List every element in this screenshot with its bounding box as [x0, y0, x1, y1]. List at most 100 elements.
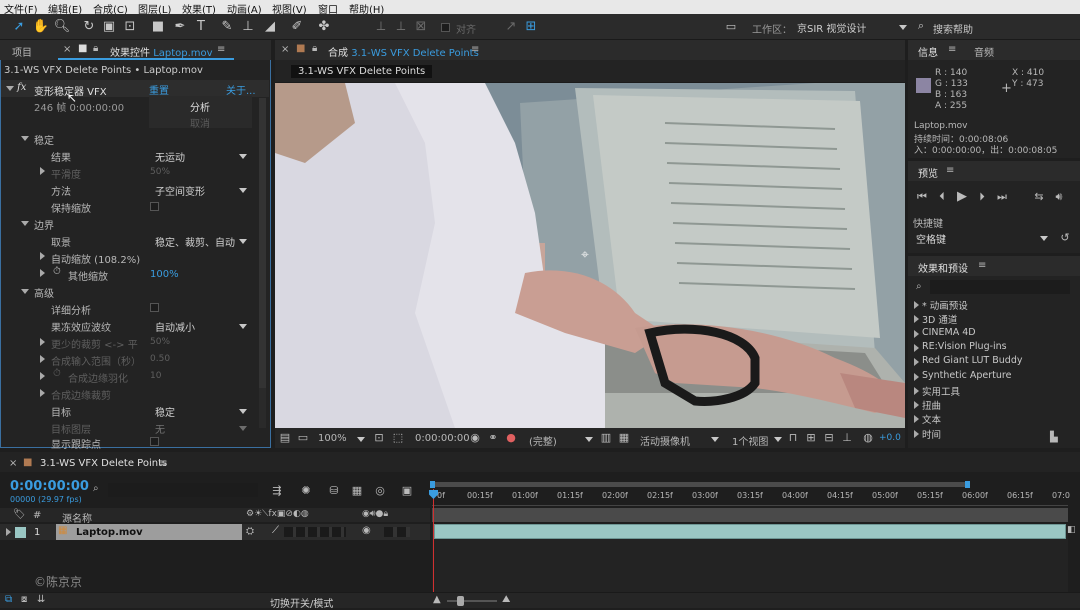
eraser-tool-icon[interactable]: ◢ — [261, 17, 279, 35]
synth-crop-expand-icon[interactable] — [40, 389, 45, 397]
method-dropdown[interactable]: 子空间变形 — [155, 183, 249, 198]
effects-list-item[interactable]: 文本 — [912, 412, 1072, 426]
layer-switch-boxes[interactable] — [284, 527, 346, 537]
additional-scale-value[interactable]: 100% — [150, 269, 179, 280]
advanced-expand-icon[interactable] — [21, 289, 29, 294]
roto-brush-tool-icon[interactable]: ✐ — [288, 17, 306, 35]
effects-search-icon[interactable]: ⌕ — [916, 281, 922, 292]
show-track-checkbox[interactable] — [150, 437, 159, 446]
crop-less-expand-icon[interactable] — [40, 338, 45, 346]
effects-list-item[interactable]: Synthetic Aperture — [912, 370, 1072, 384]
reset-shortcut-icon[interactable]: ↺ — [1058, 231, 1072, 245]
fx-badge-icon[interactable]: fx — [17, 82, 26, 93]
pen-tool-icon[interactable]: ✒ — [171, 17, 189, 35]
preview-menu-icon[interactable]: ≡ — [946, 165, 954, 176]
work-area-bar[interactable] — [432, 482, 968, 487]
layer-av-boxes[interactable] — [384, 527, 410, 537]
viewer-timecode[interactable]: 0:00:00:00 — [415, 433, 470, 444]
region-of-interest-monitor-icon[interactable]: ▭ — [296, 431, 310, 445]
snap-option-icon[interactable]: ↗ — [502, 17, 520, 35]
borders-expand-icon[interactable] — [21, 221, 29, 226]
effects-list-item[interactable]: * 动画预设 — [912, 298, 1072, 312]
puppet-tool-icon[interactable]: ✤ — [315, 17, 333, 35]
motion-blur-icon[interactable]: ◎ — [373, 484, 387, 498]
current-time-indicator[interactable] — [433, 489, 434, 592]
play-icon[interactable]: ▶ — [955, 190, 969, 204]
rectangle-tool-icon[interactable]: ■ — [149, 17, 167, 35]
resolution-dropdown[interactable] — [581, 432, 595, 446]
composition-mini-flowchart-icon[interactable]: ⇶ — [270, 484, 284, 498]
workspace-dropdown[interactable]: 京SIR 视觉设计 — [797, 20, 909, 35]
effects-list-item[interactable]: 3D 通道 — [912, 312, 1072, 326]
new-bin-icon[interactable]: ▙ — [1050, 432, 1058, 443]
timeline-link-icon[interactable]: ⊟ — [822, 431, 836, 445]
snap-checkbox[interactable] — [441, 23, 450, 32]
tab-effect-controls[interactable]: 效果控件 Laptop.mov — [110, 44, 213, 59]
layer-switches-icon[interactable]: ⧉ — [5, 594, 12, 605]
flowchart-icon[interactable]: ⊥ — [840, 431, 854, 445]
align-axis-icon[interactable]: ⟂ — [372, 17, 390, 35]
loop-icon[interactable]: ⇆ — [1032, 190, 1046, 204]
selection-tool-icon[interactable]: ➚ — [10, 17, 28, 35]
framing-dropdown[interactable]: 稳定、裁剪、自动 — [155, 234, 249, 248]
fit-icon[interactable]: ⊡ — [372, 431, 386, 445]
draft-3d-icon[interactable]: ✺ — [299, 484, 313, 498]
work-area-start-handle[interactable] — [430, 481, 435, 488]
checker-icon[interactable]: ▦ — [617, 431, 631, 445]
transparency-grid-icon[interactable]: ▥ — [599, 431, 613, 445]
target-dropdown[interactable]: 稳定 — [155, 404, 249, 419]
camera-dropdown[interactable] — [707, 432, 721, 446]
comp-flow-chip[interactable]: 3.1-WS VFX Delete Points — [291, 65, 433, 78]
stabilize-expand-icon[interactable] — [21, 136, 29, 141]
expand-icon[interactable] — [914, 386, 919, 395]
work-area-end-handle[interactable] — [965, 481, 970, 488]
tab-composition[interactable]: 合成 3.1-WS VFX Delete Points — [328, 44, 479, 59]
always-preview-icon[interactable]: ▤ — [278, 431, 292, 445]
first-frame-icon[interactable]: ⏮ — [915, 190, 929, 204]
expand-icon[interactable] — [914, 343, 919, 352]
additional-scale-expand-icon[interactable] — [40, 269, 45, 277]
align-world-icon[interactable]: ⟂ — [392, 17, 410, 35]
unlock-icon[interactable]: 🔒︎ — [93, 43, 98, 54]
zoom-slider-thumb[interactable] — [457, 596, 464, 606]
tab-info[interactable]: 信息 — [918, 44, 938, 59]
timeline-close-icon[interactable]: × — [9, 458, 17, 469]
views-dropdown[interactable] — [772, 432, 784, 446]
effects-list-item[interactable]: 时间 — [912, 427, 1072, 441]
exposure-value[interactable]: +0.0 — [879, 433, 901, 443]
expand-icon[interactable] — [914, 415, 919, 424]
target-layer-dropdown[interactable]: 无 — [155, 421, 249, 436]
cancel-button[interactable]: 取消 — [190, 115, 210, 130]
rotate-tool-icon[interactable]: ↻ — [80, 17, 98, 35]
layer-quality-icon[interactable]: ⟋ — [272, 525, 279, 536]
timeline-search-input[interactable] — [108, 483, 258, 497]
fx-expand-icon[interactable] — [6, 86, 14, 91]
close-icon[interactable]: × — [63, 44, 71, 55]
type-tool-icon[interactable]: T — [192, 17, 210, 35]
shortcut-dropdown[interactable]: 空格键 — [916, 231, 1050, 246]
layer-label-color[interactable] — [15, 527, 26, 538]
prev-frame-icon[interactable]: ⏴ — [935, 190, 949, 204]
panel-menu-icon[interactable]: ≡ — [217, 44, 225, 55]
effects-search-input[interactable] — [930, 280, 1070, 294]
expand-icon[interactable] — [914, 401, 919, 410]
frame-blending-icon[interactable]: ▦ — [350, 484, 364, 498]
vr-glasses-icon[interactable]: ▭ — [722, 17, 740, 35]
detailed-analysis-checkbox[interactable] — [150, 303, 159, 312]
snap-grid-icon[interactable]: ⊞ — [522, 17, 540, 35]
shy-layers-icon[interactable]: ⛁ — [327, 484, 341, 498]
analyze-button[interactable]: 分析 — [190, 99, 210, 114]
snapshot-camera-icon[interactable]: ◉ — [468, 431, 482, 445]
zoom-slider-track[interactable] — [447, 600, 497, 602]
hand-tool-icon[interactable]: ✋ — [32, 17, 50, 35]
effects-list-item[interactable]: CINEMA 4D — [912, 327, 1072, 341]
effects-list-item[interactable]: 扭曲 — [912, 398, 1072, 412]
effects-list-item[interactable]: 实用工具 — [912, 384, 1072, 398]
layer-clip-bar[interactable] — [434, 524, 1066, 539]
zoom-tool-icon[interactable]: 🔍︎ — [53, 17, 71, 35]
anchor-point-icon[interactable]: ⌖ — [581, 247, 589, 263]
expand-icon[interactable] — [914, 315, 919, 324]
expand-icon[interactable] — [914, 301, 919, 309]
effects-list-item[interactable]: RE:Vision Plug-ins — [912, 341, 1072, 355]
info-menu-icon[interactable]: ≡ — [948, 44, 956, 55]
